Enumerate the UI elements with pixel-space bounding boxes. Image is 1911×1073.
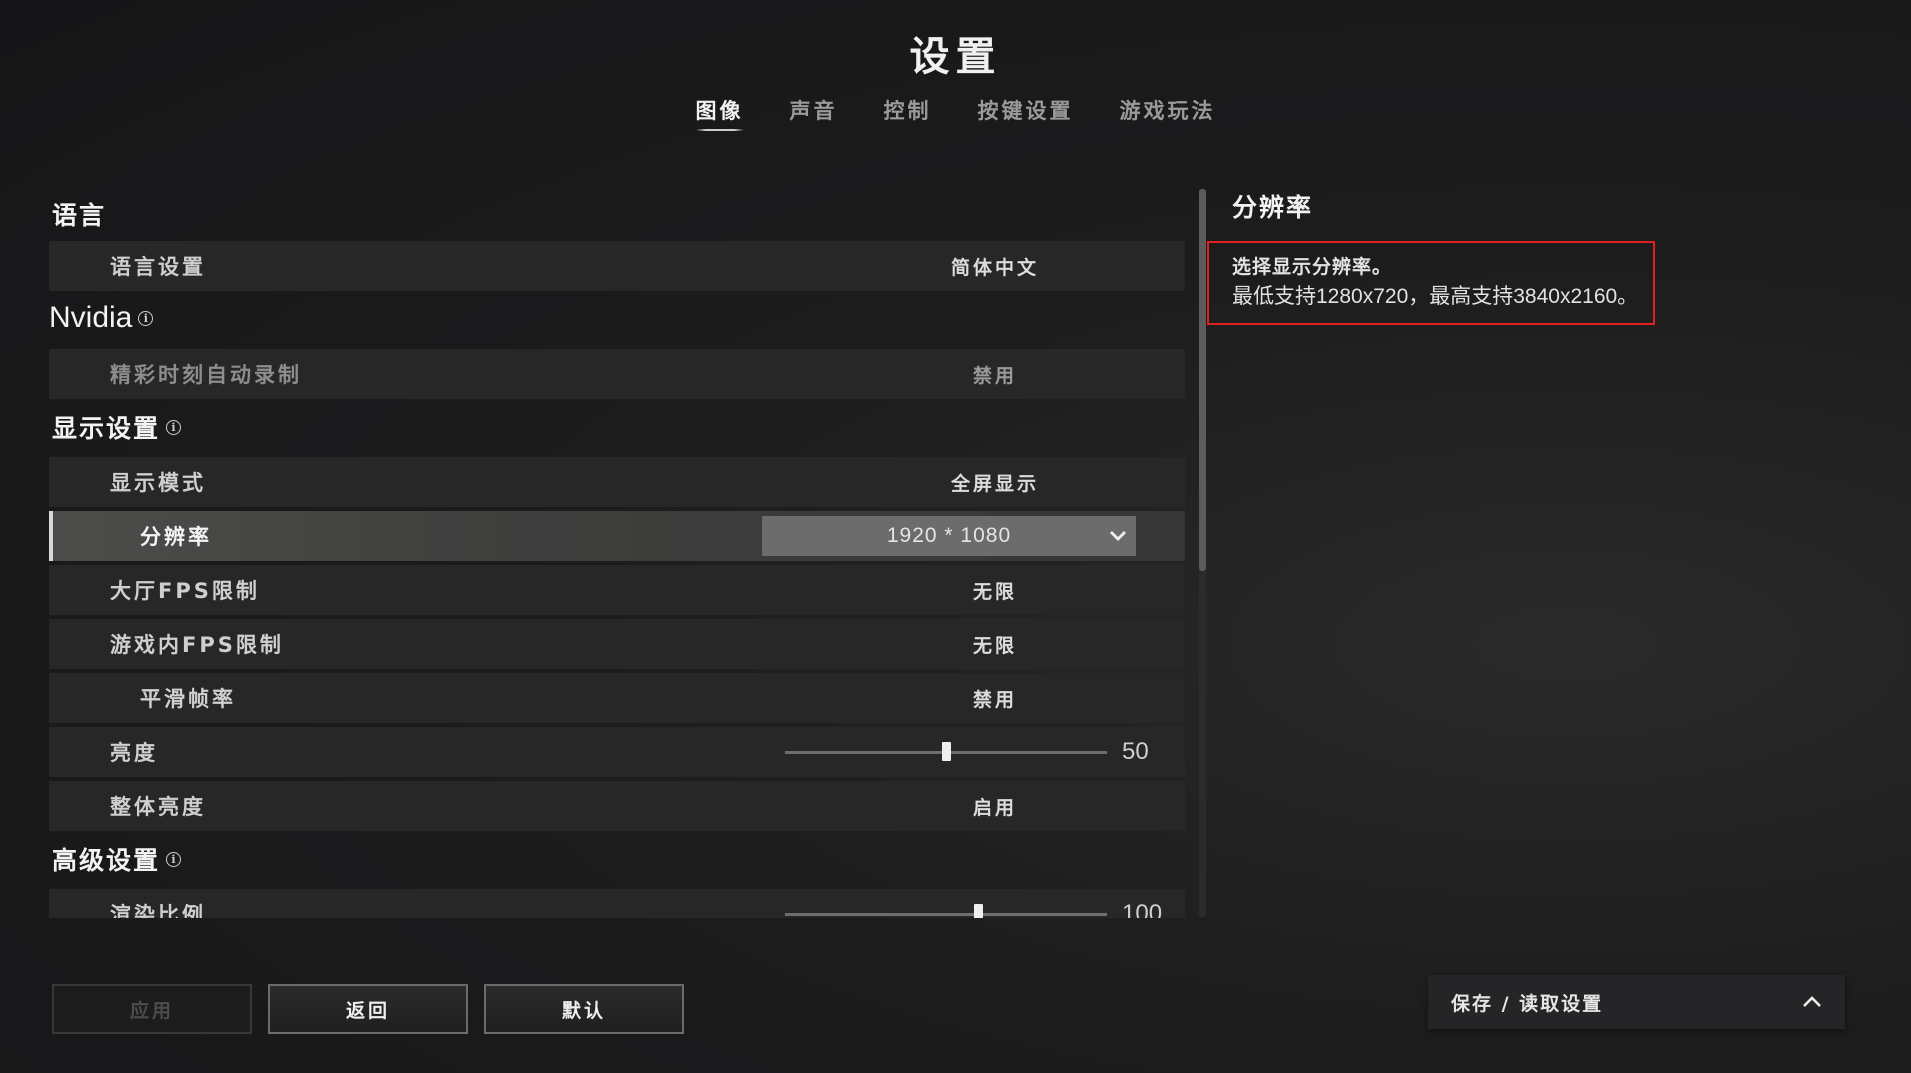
global-brightness-value[interactable]: 启用 bbox=[757, 793, 1185, 820]
language-setting-value[interactable]: 简体中文 bbox=[757, 253, 1185, 280]
info-icon[interactable]: i bbox=[166, 419, 182, 435]
smooth-fps-label: 平滑帧率 bbox=[140, 687, 236, 711]
highlights-label: 精彩时刻自动录制 bbox=[110, 363, 302, 387]
apply-button[interactable]: 应用 bbox=[52, 984, 252, 1034]
section-advanced: 高级设置 i bbox=[52, 841, 182, 877]
back-button[interactable]: 返回 bbox=[268, 984, 468, 1034]
row-ingame-fps[interactable]: 游戏内FPS限制 无限 bbox=[49, 619, 1185, 669]
render-scale-label: 渲染比例 bbox=[110, 903, 206, 918]
chevron-up-icon[interactable] bbox=[1801, 992, 1823, 1012]
tab-keybindings[interactable]: 按键设置 bbox=[978, 95, 1074, 131]
section-nvidia: Nvidia i bbox=[49, 301, 154, 335]
resolution-dropdown[interactable]: 1920 * 1080 bbox=[762, 516, 1136, 556]
display-mode-label: 显示模式 bbox=[110, 471, 206, 495]
row-highlights[interactable]: 精彩时刻自动录制 禁用 bbox=[49, 349, 1185, 399]
help-description-line-2: 最低支持1280x720，最高支持3840x2160。 bbox=[1232, 285, 1639, 308]
info-icon[interactable]: i bbox=[166, 851, 182, 867]
row-language-setting[interactable]: 语言设置 简体中文 bbox=[49, 241, 1185, 291]
ingame-fps-label: 游戏内FPS限制 bbox=[110, 633, 284, 657]
render-scale-value: 100 bbox=[1122, 900, 1163, 918]
brightness-value: 50 bbox=[1122, 738, 1149, 765]
smooth-fps-value[interactable]: 禁用 bbox=[757, 685, 1185, 712]
row-smooth-fps[interactable]: 平滑帧率 禁用 bbox=[49, 673, 1185, 723]
tab-sound[interactable]: 声音 bbox=[790, 95, 838, 131]
highlights-value[interactable]: 禁用 bbox=[757, 361, 1185, 388]
brightness-slider[interactable] bbox=[785, 742, 1107, 761]
row-display-mode[interactable]: 显示模式 全屏显示 bbox=[49, 457, 1185, 507]
global-brightness-label: 整体亮度 bbox=[110, 795, 206, 819]
default-button[interactable]: 默认 bbox=[484, 984, 684, 1034]
ingame-fps-value[interactable]: 无限 bbox=[757, 631, 1185, 658]
help-title: 分辨率 bbox=[1232, 193, 1314, 222]
save-load-settings-label: 保存 / 读取设置 bbox=[1451, 992, 1604, 1015]
lobby-fps-value[interactable]: 无限 bbox=[757, 577, 1185, 604]
section-display-title: 显示设置 bbox=[52, 414, 161, 443]
settings-tabs: 图像 声音 控制 按键设置 游戏玩法 bbox=[0, 95, 1911, 131]
section-display: 显示设置 i bbox=[52, 409, 182, 445]
display-mode-value[interactable]: 全屏显示 bbox=[757, 469, 1185, 496]
help-description-line-1: 选择显示分辨率。 bbox=[1232, 256, 1393, 278]
lobby-fps-label: 大厅FPS限制 bbox=[110, 579, 260, 603]
row-global-brightness[interactable]: 整体亮度 启用 bbox=[49, 781, 1185, 831]
brightness-slider-thumb[interactable] bbox=[941, 742, 951, 761]
section-nvidia-title: Nvidia bbox=[49, 301, 133, 334]
section-advanced-title: 高级设置 bbox=[52, 846, 161, 875]
language-setting-label: 语言设置 bbox=[110, 255, 206, 279]
info-icon[interactable]: i bbox=[138, 310, 154, 326]
render-scale-slider-thumb[interactable] bbox=[973, 904, 983, 918]
tab-gameplay[interactable]: 游戏玩法 bbox=[1120, 95, 1216, 131]
render-scale-slider[interactable] bbox=[785, 904, 1107, 918]
resolution-label: 分辨率 bbox=[140, 525, 212, 549]
scrollbar-thumb[interactable] bbox=[1199, 189, 1206, 571]
row-resolution[interactable]: 分辨率 1920 * 1080 bbox=[49, 511, 1185, 561]
section-language-title: 语言 bbox=[52, 201, 107, 230]
tab-controls[interactable]: 控制 bbox=[884, 95, 932, 131]
row-render-scale[interactable]: 渲染比例 100 bbox=[49, 889, 1185, 918]
brightness-label: 亮度 bbox=[110, 741, 158, 765]
resolution-value: 1920 * 1080 bbox=[886, 524, 1012, 547]
row-brightness[interactable]: 亮度 50 bbox=[49, 727, 1185, 777]
chevron-down-icon bbox=[1110, 531, 1126, 541]
page-title: 设置 bbox=[909, 34, 1002, 80]
settings-list[interactable]: 语言 语言设置 简体中文 Nvidia i 精彩时刻自动录制 禁用 显示设置 i… bbox=[49, 185, 1185, 918]
section-language: 语言 bbox=[52, 196, 106, 232]
tab-graphics[interactable]: 图像 bbox=[695, 95, 744, 131]
row-lobby-fps[interactable]: 大厅FPS限制 无限 bbox=[49, 565, 1185, 615]
save-load-settings-panel[interactable]: 保存 / 读取设置 bbox=[1428, 975, 1845, 1029]
